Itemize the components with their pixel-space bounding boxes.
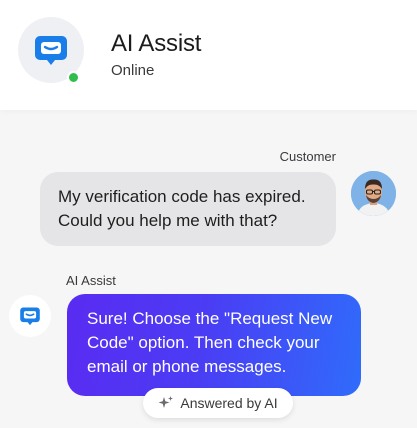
message-line: Sure! Choose the "Request New (87, 309, 333, 328)
message-line: Could you help me with that? (58, 211, 278, 230)
message-line: My verification code has expired. (58, 187, 306, 206)
ai-avatar (9, 295, 51, 337)
sparkle-icon (158, 396, 174, 408)
answered-by-ai-badge: Answered by AI (143, 388, 293, 418)
customer-sender-label: Customer (279, 149, 336, 164)
online-status-dot (67, 71, 80, 84)
message-line: Code" option. Then check your (87, 333, 320, 352)
chat-bubble-icon (35, 36, 67, 65)
agent-name: AI Assist (111, 30, 202, 57)
answered-by-ai-label: Answered by AI (180, 395, 278, 411)
customer-message-bubble: My verification code has expired. Could … (40, 172, 336, 246)
ai-sender-label: AI Assist (66, 273, 116, 288)
customer-avatar (351, 171, 396, 216)
chat-header: AI Assist Online (0, 0, 417, 110)
agent-status: Online (111, 62, 155, 79)
ai-message-bubble: Sure! Choose the "Request New Code" opti… (67, 294, 361, 396)
chat-bubble-icon (20, 307, 40, 326)
message-line: email or phone messages. (87, 357, 287, 376)
